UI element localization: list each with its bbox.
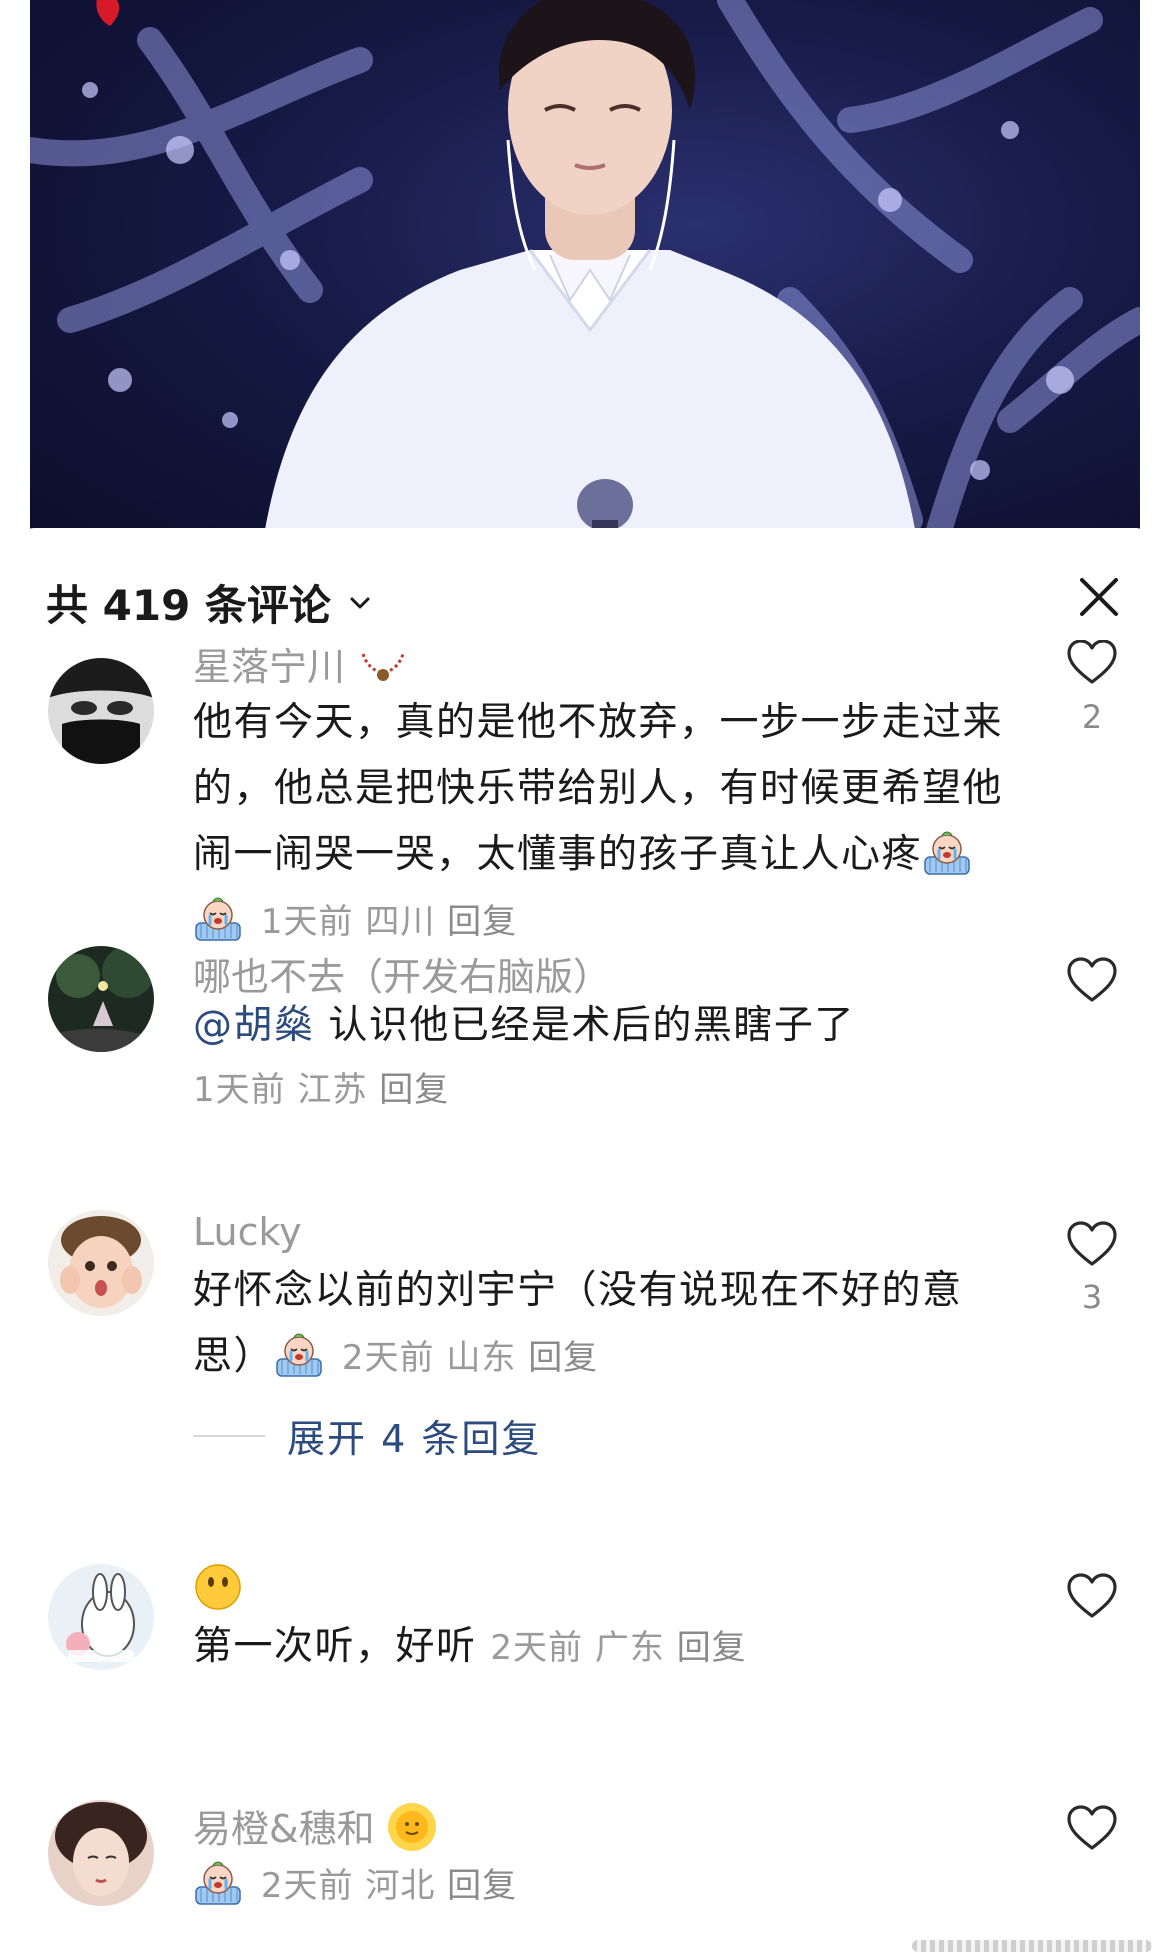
necklace-emoji-icon [361,653,405,681]
channel-logo [90,0,150,26]
like-icon[interactable] [1066,640,1118,686]
comment-time: 1天前 [260,902,354,942]
comments-sheet: 共 419 条评论 星落宁川 他有今天，真的是他不放弃，一步一步走过来的，他总是… [0,528,1170,1958]
like-count: 3 [1081,1278,1103,1316]
comments-header: 共 419 条评论 [0,528,1170,658]
close-icon[interactable] [1076,574,1122,620]
comment-item: Lucky 好怀念以前的刘宇宁（没有说现在不好的意思） 2天前 山东 回复 展开… [0,1210,1170,1510]
reply-button[interactable]: 回复 [677,1628,747,1668]
video-frame[interactable] [30,0,1140,560]
crying-peach-emoji-icon [922,827,972,877]
comment-username[interactable]: 哪也不去（开发右脑版） [193,946,611,1001]
comment-time: 2天前 [341,1338,435,1378]
like-icon[interactable] [1066,1220,1118,1268]
reply-button[interactable]: 回复 [528,1338,598,1378]
comment-item: 易橙&穗和 2天前 河北 回复 [0,1800,1170,1958]
comment-item: 星落宁川 他有今天，真的是他不放弃，一步一步走过来的，他总是把快乐带给别人，有时… [0,640,1170,942]
comment-location: 广东 [594,1628,665,1668]
comment-meta: 1天前 江苏 回复 [193,1062,1013,1118]
home-indicator[interactable] [912,1940,1152,1952]
comment-item: 第一次听，好听 2天前 广东 回复 [0,1564,1170,1744]
comment-username[interactable] [193,1562,243,1612]
divider-line [193,1434,265,1437]
sun-face-emoji-icon [387,1803,436,1851]
comment-username[interactable]: 易橙&穗和 [193,1798,437,1853]
avatar[interactable] [48,1210,154,1316]
comment-username[interactable]: Lucky [193,1210,302,1254]
crying-peach-emoji-icon [193,893,243,943]
comment-body[interactable]: 2天前 河北 回复 [193,1852,1013,1919]
reply-button[interactable]: 回复 [379,1070,449,1110]
chevron-down-icon [350,597,370,608]
comment-item: 哪也不去（开发右脑版） @胡燊 认识他已经是术后的黑瞎子了 1天前 江苏 回复 [0,946,1170,1166]
comment-location: 山东 [446,1338,517,1378]
avatar[interactable] [48,946,154,1052]
comment-count-title: 共 419 条评论 [46,581,331,630]
like-icon[interactable] [1066,956,1118,1004]
video-still-image [30,0,1140,560]
comment-time: 1天前 [193,1070,286,1110]
comment-location: 四川 [365,902,436,942]
comment-username[interactable]: 星落宁川 [193,640,409,691]
comment-count-sort-toggle[interactable]: 共 419 条评论 [46,572,373,633]
comment-body[interactable]: 第一次听，好听 2天前 广东 回复 [193,1614,1013,1681]
expand-replies-button[interactable]: 展开 4 条回复 [193,1408,541,1463]
like-icon[interactable] [1066,1804,1118,1852]
expand-replies-label: 展开 4 条回复 [287,1417,542,1461]
avatar[interactable] [48,658,154,764]
like-icon[interactable] [1066,1572,1118,1620]
like-count: 2 [1081,698,1103,736]
avatar[interactable] [48,1800,154,1906]
comment-time: 2天前 [260,1866,354,1906]
comment-location: 河北 [365,1866,436,1906]
comment-body[interactable]: @胡燊 认识他已经是术后的黑瞎子了 [193,994,1013,1058]
neutral-face-emoji-icon [195,1564,241,1610]
comment-body[interactable]: 他有今天，真的是他不放弃，一步一步走过来的，他总是把快乐带给别人，有时候更希望他… [193,690,1013,955]
comment-time: 2天前 [490,1628,584,1668]
crying-peach-emoji-icon [193,1857,243,1907]
avatar[interactable] [48,1564,154,1670]
reply-button[interactable]: 回复 [447,1866,517,1906]
comment-body[interactable]: 好怀念以前的刘宇宁（没有说现在不好的意思） 2天前 山东 回复 [193,1258,1013,1391]
comment-location: 江苏 [297,1070,368,1110]
crying-peach-emoji-icon [274,1329,324,1379]
reply-button[interactable]: 回复 [447,902,517,942]
user-mention-link[interactable]: @胡燊 [193,1003,315,1048]
comments-list: 星落宁川 他有今天，真的是他不放弃，一步一步走过来的，他总是把快乐带给别人，有时… [0,640,1170,1958]
video-player[interactable] [0,0,1170,560]
